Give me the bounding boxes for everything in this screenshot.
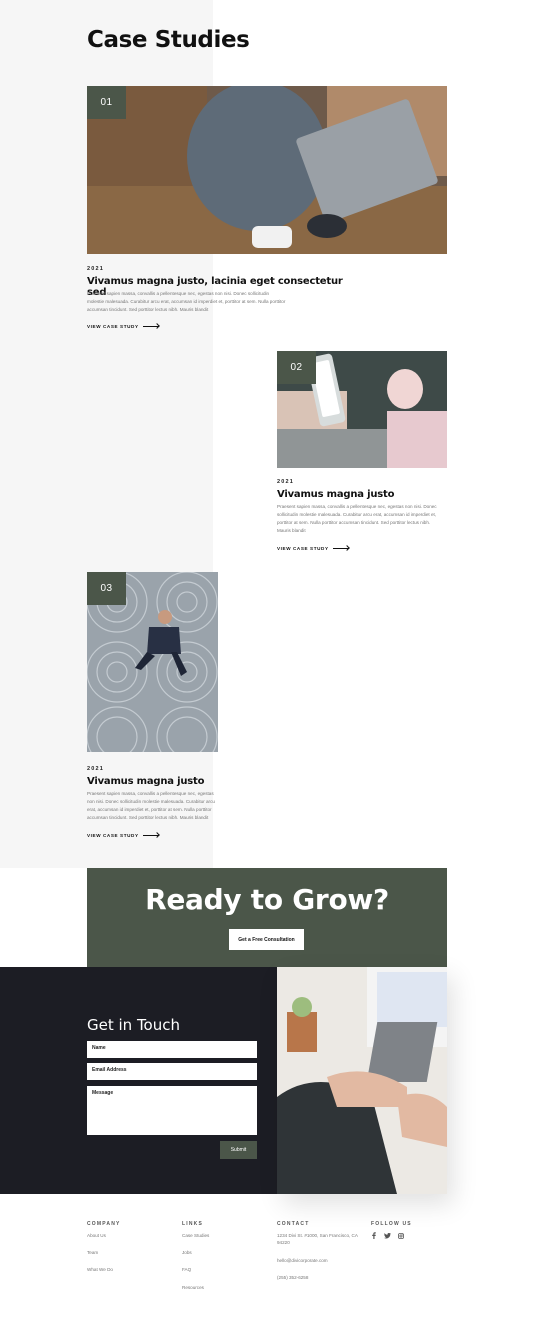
contact-section (0, 967, 277, 1194)
submit-button[interactable]: Submit (220, 1141, 257, 1159)
case-2-view-link[interactable]: VIEW CASE STUDY (277, 546, 349, 551)
footer-link-about-us[interactable]: About Us (87, 1232, 106, 1239)
case-3-number-badge: 03 (87, 572, 126, 605)
footer-contact-heading: CONTACT (277, 1221, 310, 1227)
case-2-number-badge: 02 (277, 351, 316, 384)
footer-link-resources[interactable]: Resources (182, 1284, 204, 1291)
cta-heading: Ready to Grow? (145, 883, 389, 916)
consultation-button[interactable]: Get a Free Consultation (229, 929, 304, 950)
case-1-view-link[interactable]: VIEW CASE STUDY (87, 324, 159, 329)
social-icons (371, 1232, 404, 1239)
contact-heading: Get in Touch (87, 1016, 180, 1034)
case-1-number-badge: 01 (87, 86, 126, 119)
case-3-title: Vivamus magna justo (87, 776, 205, 787)
case-2-year: 2021 (277, 479, 295, 485)
footer-link-what-we-do[interactable]: What We Do (87, 1266, 113, 1273)
footer-link-faq[interactable]: FAQ (182, 1266, 191, 1273)
case-2-view-link-label: VIEW CASE STUDY (277, 546, 329, 551)
footer-link-team[interactable]: Team (87, 1249, 98, 1256)
email-field[interactable]: Email Address (87, 1063, 257, 1080)
arrow-right-icon (142, 835, 159, 836)
footer-address: 1234 Divi St. #1000, San Francisco, CA 9… (277, 1233, 358, 1245)
twitter-icon[interactable] (384, 1232, 391, 1239)
case-3-view-link[interactable]: VIEW CASE STUDY (87, 833, 159, 838)
case-2-description: Praesent sapien massa, convallis a pelle… (277, 504, 437, 533)
message-field[interactable]: Message (87, 1086, 257, 1135)
contact-image (277, 967, 447, 1194)
name-field[interactable]: Name (87, 1041, 257, 1058)
footer-phone[interactable]: (255) 352-6258 (277, 1274, 308, 1281)
footer-link-jobs[interactable]: Jobs (182, 1249, 192, 1256)
case-2-title: Vivamus magna justo (277, 489, 395, 500)
case-1-image[interactable] (87, 86, 447, 254)
case-1-year: 2021 (87, 266, 105, 272)
facebook-icon[interactable] (371, 1232, 377, 1239)
arrow-right-icon (332, 548, 349, 549)
footer-follow-heading: FOLLOW US (371, 1221, 412, 1227)
page-title: Case Studies (87, 27, 250, 53)
footer-link-case-studies[interactable]: Case Studies (182, 1232, 209, 1239)
footer-company-heading: COMPANY (87, 1221, 121, 1227)
case-3-description: Praesent sapien massa, convallis a pelle… (87, 791, 215, 820)
instagram-icon[interactable] (398, 1232, 404, 1239)
arrow-right-icon (142, 326, 159, 327)
footer-links-heading: LINKS (182, 1221, 203, 1227)
case-1-description: Praesent sapien massa, convallis a pelle… (87, 291, 286, 312)
case-3-view-link-label: VIEW CASE STUDY (87, 833, 139, 838)
case-3-year: 2021 (87, 766, 105, 772)
footer-email[interactable]: hello@divicorporate.com (277, 1257, 328, 1264)
case-1-view-link-label: VIEW CASE STUDY (87, 324, 139, 329)
